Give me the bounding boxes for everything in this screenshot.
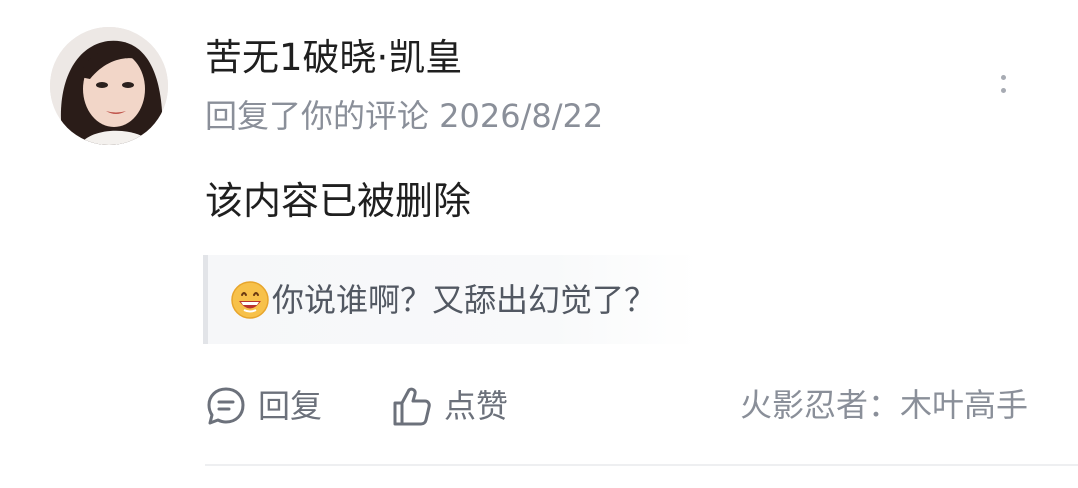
reply-button[interactable]: 回复 <box>204 381 322 431</box>
avatar-image <box>50 27 168 145</box>
quoted-comment[interactable]: 你说谁啊？又舔出幻觉了？ <box>203 255 698 344</box>
reply-label: 回复 <box>258 387 323 425</box>
username[interactable]: 苦无1破晓·凯皇 <box>205 34 462 82</box>
divider <box>205 464 1078 466</box>
thumbs-up-icon <box>393 387 431 426</box>
like-label: 点赞 <box>444 387 509 425</box>
comment-content: 该内容已被删除 <box>205 179 472 223</box>
like-button[interactable]: 点赞 <box>390 381 508 431</box>
comment-notification-card[interactable]: 苦无1破晓·凯皇 回复了你的评论 2026/8/22 该内容已被删除 你说谁啊？… <box>0 0 1078 488</box>
source-tag[interactable]: 火影忍者：木叶高手 <box>740 383 1028 427</box>
avatar[interactable] <box>50 27 168 145</box>
more-options-icon[interactable] <box>988 64 1018 104</box>
quoted-comment-text: 你说谁啊？又舔出幻觉了？ <box>272 280 657 319</box>
grinning-face-icon <box>231 280 269 319</box>
reply-meta: 回复了你的评论 2026/8/22 <box>205 97 604 135</box>
comment-bubble-icon <box>207 387 245 425</box>
